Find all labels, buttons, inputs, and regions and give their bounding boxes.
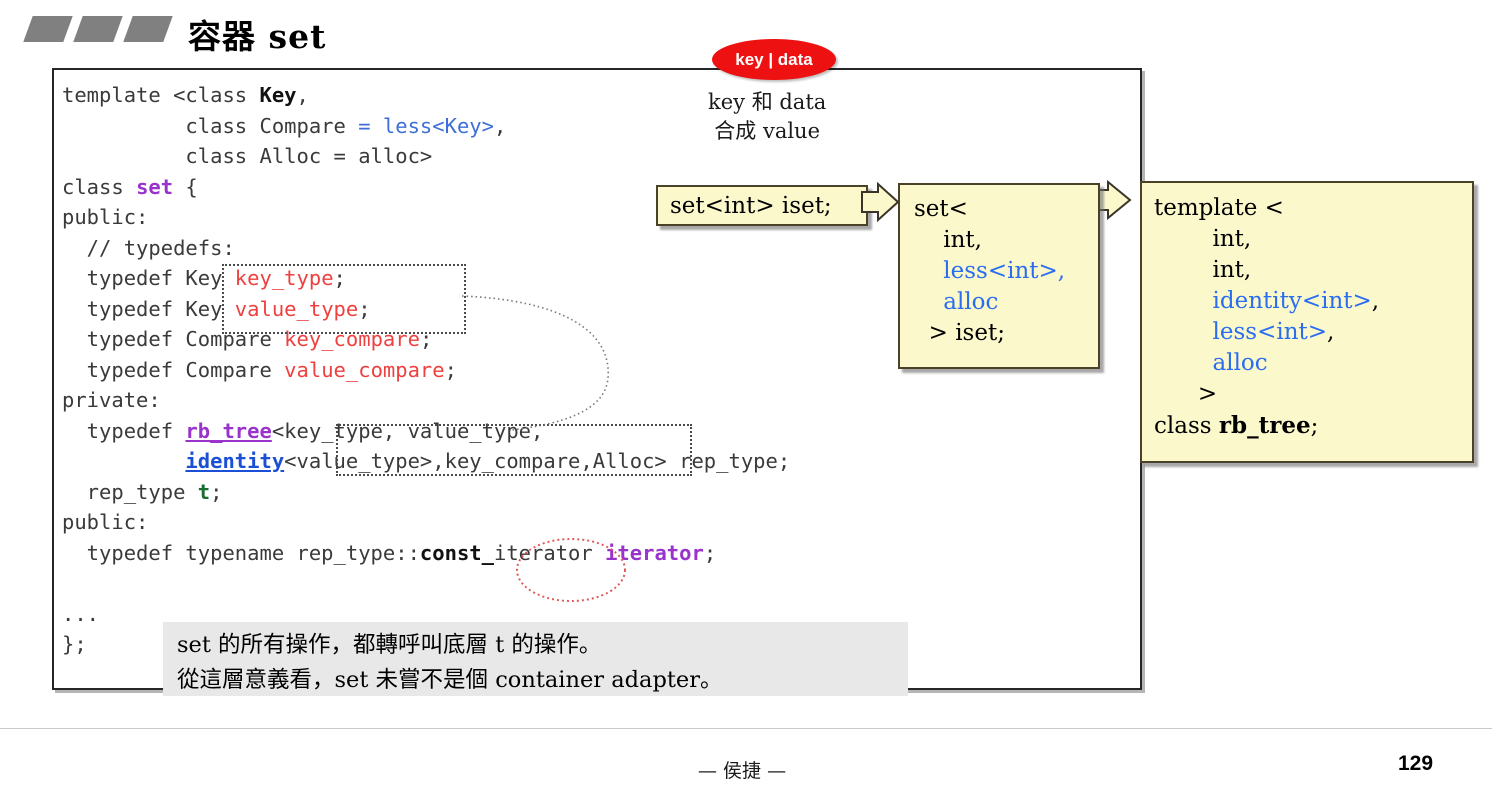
code-listing: template <class Key, class Compare = les… xyxy=(62,80,790,660)
key-data-note: key 和 data 合成 value xyxy=(708,90,827,143)
code-line: typedef typename rep_type::const_iterato… xyxy=(62,540,717,565)
footer-page-number: 129 xyxy=(1398,752,1434,775)
declaration-box: set<int> iset; xyxy=(656,185,868,226)
footer-divider xyxy=(0,728,1492,729)
page-title: 容器 set xyxy=(188,17,327,56)
gray-note: set 的所有操作，都轉呼叫底層 t 的操作。 從這層意義看，set 未嘗不是個… xyxy=(163,622,908,696)
code-line: private: xyxy=(62,388,161,412)
code-line: rep_type t; xyxy=(62,479,223,504)
key-data-badge: key | data xyxy=(712,39,836,80)
parallelogram-mark-1 xyxy=(23,16,73,42)
code-line: class Compare = less<Key>, xyxy=(62,113,507,138)
code-line: typedef Compare value_compare; xyxy=(62,357,457,382)
code-line: // typedefs: xyxy=(62,235,235,260)
highlight-box-rbtree-args xyxy=(336,424,692,476)
code-line: class Alloc = alloc> xyxy=(62,144,433,168)
ybox-rbtree-text: template < int, int, identity<int>, less… xyxy=(1154,195,1380,439)
code-line: class set { xyxy=(62,174,198,199)
ybox-expand-text: set< int, less<int>, alloc > iset; xyxy=(914,196,1066,346)
code-line: }; xyxy=(62,632,87,656)
slide: 容器 set template <class Key, class Compar… xyxy=(0,0,1492,808)
set-expansion-box: set< int, less<int>, alloc > iset; xyxy=(898,183,1100,369)
code-line: template <class Key, xyxy=(62,83,309,107)
parallelogram-mark-3 xyxy=(123,16,173,42)
title-decoration-marks xyxy=(22,16,173,42)
footer-author: — 侯捷 — xyxy=(698,760,787,782)
code-line: public: xyxy=(62,510,149,534)
parallelogram-mark-2 xyxy=(73,16,123,42)
code-line: ... xyxy=(62,601,100,626)
rbtree-instantiation-box: template < int, int, identity<int>, less… xyxy=(1140,181,1474,463)
highlight-box-typedefs xyxy=(222,264,466,334)
code-line: public: xyxy=(62,205,149,229)
